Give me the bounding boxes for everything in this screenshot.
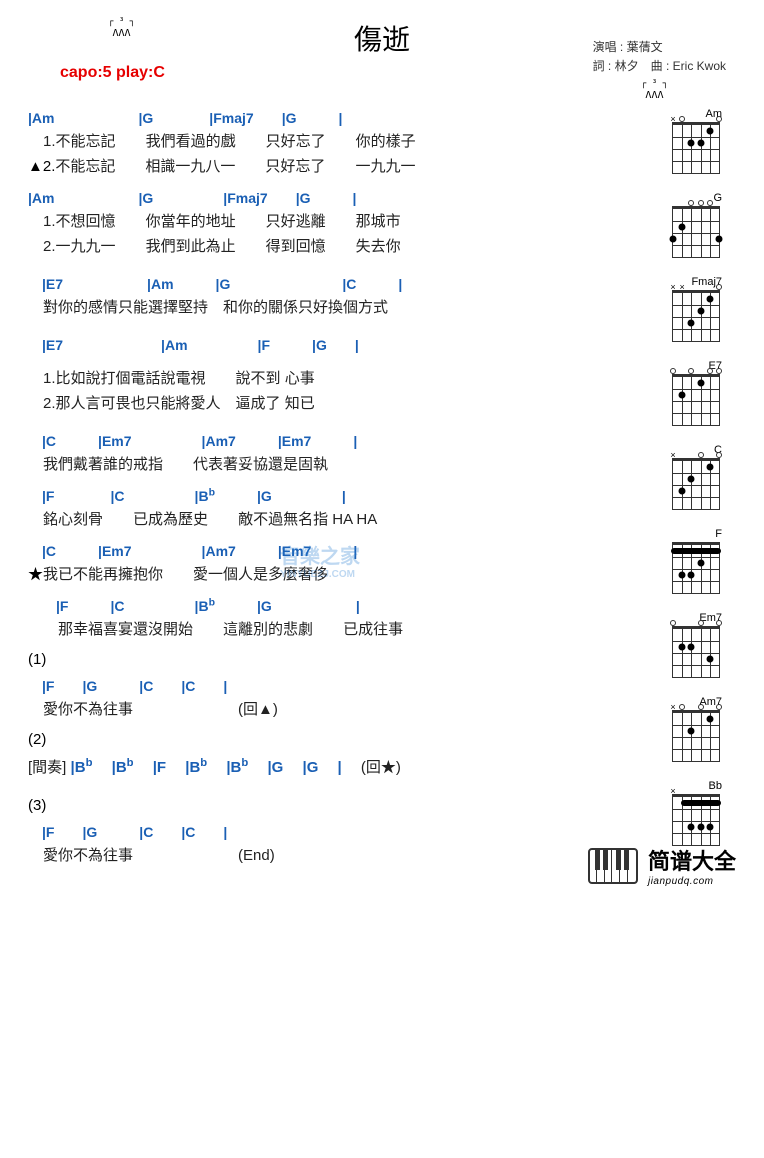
chord-diagram-fmaj7: Fmaj7 ××: [664, 276, 724, 342]
bridge-1: |E7 |Am |G |C | 對你的感情只能選擇堅持 和你的關係只好換個方式: [28, 274, 654, 317]
chord-diagram-c: C ×: [664, 444, 724, 510]
composer-label: 曲 :: [651, 59, 673, 73]
performer: 葉蒨文: [627, 40, 663, 54]
song-title: 傷逝: [354, 18, 410, 58]
footer-logo: 简谱大全 jianpudq.com: [588, 844, 736, 887]
ending-3: |F |G |C |C | 愛你不為往事 (End): [28, 822, 654, 865]
chord-diagrams: Am × G Fmaj7: [664, 108, 736, 877]
chorus-1: |C |Em7 |Am7 |Em7 | 我們戴著誰的戒指 代表著妥協還是固執: [28, 431, 654, 474]
footer-url: jianpudq.com: [648, 876, 736, 887]
verse-2: |Am |G |Fmaj7 |G | 1.不想回憶 你當年的地址 只好逃離 那城…: [28, 188, 654, 256]
chord-diagram-em7: Em7: [664, 612, 724, 678]
verse-1: |Am |G |Fmaj7 |G | 1.不能忘記 我們看過的戲 只好忘了 你的…: [28, 108, 654, 176]
chord-diagram-e7: E7: [664, 360, 724, 426]
chord-diagram-am7: Am7 ×: [664, 696, 724, 762]
performer-label: 演唱 :: [593, 40, 627, 54]
ending-2: [間奏] |Bb |Bb |F |Bb |Bb |G |G | (回★): [28, 756, 654, 777]
chord-diagram-bb: Bb ×: [664, 780, 724, 846]
main-content: |Am |G |Fmaj7 |G | 1.不能忘記 我們看過的戲 只好忘了 你的…: [28, 108, 664, 877]
ending-2-label: (2): [28, 731, 654, 748]
ending-3-label: (3): [28, 797, 654, 814]
chord-diagram-g: G: [664, 192, 724, 258]
chord-diagram-f: F: [664, 528, 724, 594]
credits: 演唱 : 葉蒨文 詞 : 林夕 曲 : Eric Kwok: [593, 38, 726, 76]
lyricist: 林夕: [615, 59, 639, 73]
bridge-2: |E7 |Am |F |G | 1.比如說打個電話說電視 說不到 心事 2.那人…: [28, 335, 654, 413]
chord-diagram-am: Am ×: [664, 108, 724, 174]
strum-pattern-left: ┌ ³ ┐ ΛΛΛ: [108, 18, 135, 39]
chorus-2: |F |C |Bb |G | 銘心刻骨 已成為歷史 敵不過無名指 HA HA: [28, 486, 654, 529]
header: ┌ ³ ┐ ΛΛΛ 傷逝 演唱 : 葉蒨文 詞 : 林夕 曲 : Eric Kw…: [28, 18, 736, 108]
lyricist-label: 詞 :: [593, 59, 615, 73]
capo-instruction: capo:5 play:C: [60, 64, 165, 82]
chorus-3: |C |Em7 |Am7 |Em7 | ★我已不能再擁抱你 愛一個人是多麼奢侈: [28, 541, 654, 584]
composer: Eric Kwok: [673, 59, 726, 73]
chorus-4: |F |C |Bb |G | 那幸福喜宴還沒開始 這離別的悲劇 已成往事: [28, 596, 654, 639]
ending-1-label: (1): [28, 651, 654, 668]
piano-icon: [588, 848, 638, 884]
ending-1: |F |G |C |C | 愛你不為往事 (回▲): [28, 676, 654, 719]
strum-pattern-right: ┌ ³ ┐ ΛΛΛ: [641, 80, 668, 101]
footer-brand: 简谱大全: [648, 849, 736, 874]
